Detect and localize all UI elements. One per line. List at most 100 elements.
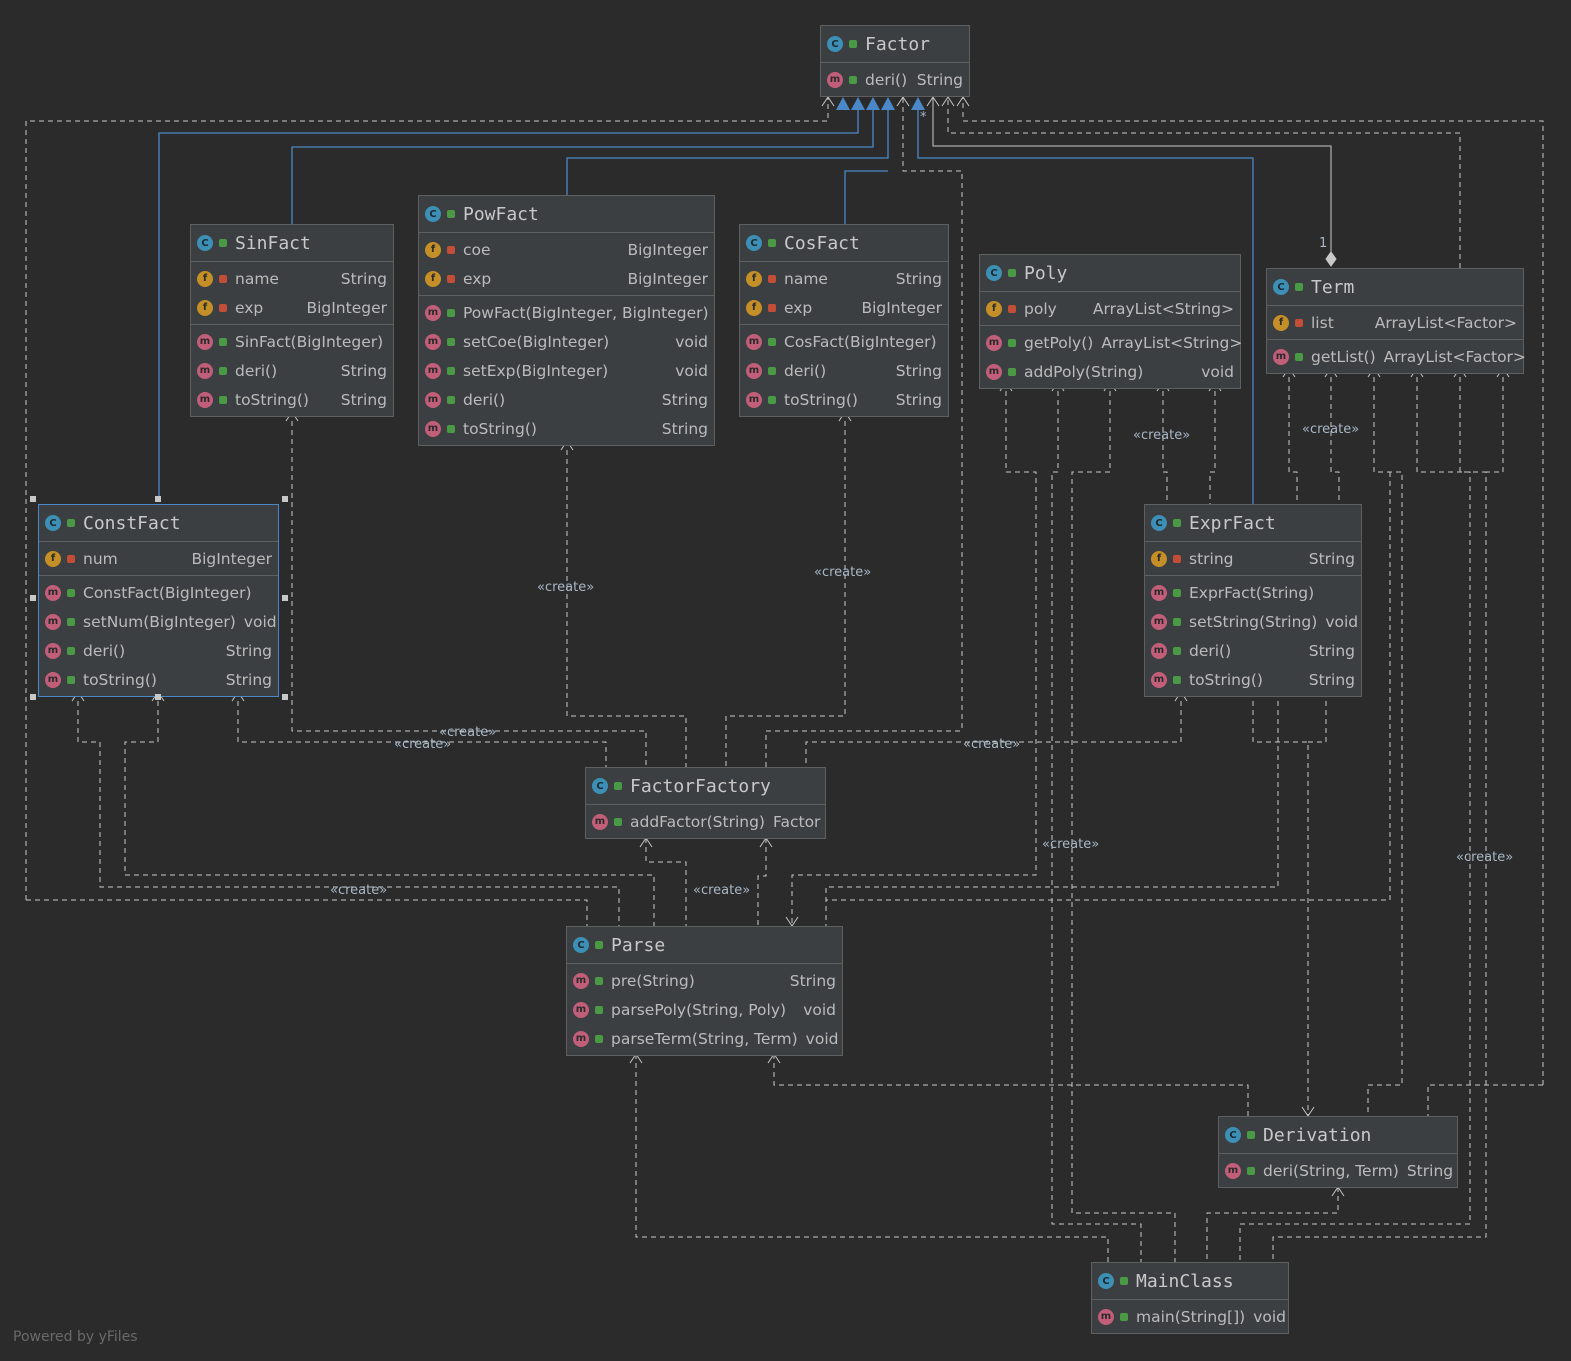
method-icon: m [1151, 642, 1167, 659]
class-sinfact[interactable]: C SinFact f name String f exp BigInteger m Sin… [190, 224, 394, 417]
private-icon [447, 245, 455, 254]
public-icon [67, 588, 75, 597]
return-type: String [661, 419, 708, 438]
method-row[interactable]: m getPoly() ArrayList<String> [980, 328, 1243, 357]
powered-by-footer: Powered by yFiles [13, 1329, 138, 1345]
field-row[interactable]: f poly ArrayList<String> [980, 294, 1240, 323]
method-row[interactable]: m deri() String [191, 356, 393, 385]
resize-handle[interactable] [282, 694, 288, 700]
class-name: FactorFactory [630, 775, 771, 797]
field-row[interactable]: f exp BigInteger [419, 264, 714, 293]
method-row[interactable]: m addFactor(String) Factor [586, 807, 825, 836]
method-name: deri() [1189, 641, 1232, 660]
method-row[interactable]: m ConstFact(BigInteger) [39, 578, 278, 607]
resize-handle[interactable] [282, 496, 288, 502]
method-row[interactable]: m ExprFact(String) [1145, 578, 1361, 607]
method-row[interactable]: m deri() String [419, 385, 714, 414]
static-method-icon: m [1098, 1308, 1114, 1325]
method-row[interactable]: m deri() String [740, 356, 948, 385]
method-name: getPoly() [1024, 333, 1094, 352]
aggregation-edge [932, 97, 1337, 267]
resize-handle[interactable] [155, 694, 161, 700]
field-row[interactable]: f name String [191, 264, 393, 293]
class-mainclass[interactable]: C MainClass m main(String[]) void [1091, 1262, 1289, 1334]
method-row[interactable]: m main(String[]) void [1092, 1302, 1288, 1331]
field-row[interactable]: f name String [740, 264, 948, 293]
class-powfact[interactable]: C PowFact f coe BigInteger f exp BigInteger m… [418, 195, 715, 446]
method-row[interactable]: m setNum(BigInteger) void [39, 607, 278, 636]
method-icon: m [1151, 613, 1167, 630]
class-icon: C [425, 206, 441, 222]
return-type: void [675, 361, 708, 380]
field-row[interactable]: f exp BigInteger [191, 293, 393, 322]
class-poly[interactable]: C Poly f poly ArrayList<String> m getPoly() A… [979, 254, 1243, 389]
class-name: CosFact [784, 232, 860, 254]
field-name: string [1189, 549, 1234, 568]
field-icon: f [45, 550, 61, 567]
method-row[interactable]: m PowFact(BigInteger, BigInteger) [419, 298, 714, 327]
method-name: PowFact(BigInteger, BigInteger) [463, 303, 709, 322]
class-cosfact[interactable]: C CosFact f name String f exp BigInteger m Cos… [739, 224, 949, 417]
class-derivation[interactable]: C Derivation m deri(String, Term) String [1218, 1116, 1458, 1188]
return-type: void [803, 1000, 836, 1019]
method-row[interactable]: m deri(String, Term) String [1219, 1156, 1457, 1185]
edge-label-create: «create» [814, 565, 872, 580]
class-header: C Derivation [1219, 1117, 1457, 1153]
private-icon [1008, 304, 1016, 313]
class-icon: C [573, 937, 589, 953]
field-name: exp [235, 298, 264, 317]
method-icon: m [592, 813, 608, 830]
field-row[interactable]: f num BigInteger [39, 544, 278, 573]
method-icon: m [425, 362, 441, 379]
field-row[interactable]: f list ArrayList<Factor> [1267, 308, 1523, 337]
method-icon: m [425, 420, 441, 437]
resize-handle[interactable] [282, 595, 288, 601]
method-row[interactable]: m deri() String [1145, 636, 1361, 665]
static-method-icon: m [573, 1030, 589, 1047]
class-constfact[interactable]: C ConstFact f num BigInteger m ConstFact(Big… [38, 504, 279, 697]
public-icon [219, 337, 227, 346]
return-type: ArrayList<String> [1101, 333, 1243, 352]
method-row[interactable]: m setString(String) void [1145, 607, 1361, 636]
field-name: num [83, 549, 118, 568]
class-parse[interactable]: C Parse m pre(String) String m parsePoly(Str… [566, 926, 843, 1056]
class-factorfactory[interactable]: C FactorFactory m addFactor(String) Factor [585, 767, 826, 839]
class-name: Parse [611, 934, 666, 956]
field-row[interactable]: f coe BigInteger [419, 235, 714, 264]
return-type: void [1253, 1307, 1286, 1326]
class-exprfact[interactable]: C ExprFact f string String m ExprFact(String… [1144, 504, 1362, 697]
edge-label-create: «create» [330, 883, 388, 898]
method-row[interactable]: m addPoly(String) void [980, 357, 1240, 386]
method-row[interactable]: m parsePoly(String, Poly) void [567, 995, 842, 1024]
method-row[interactable]: m toString() String [1145, 665, 1361, 694]
method-row[interactable]: m toString() String [191, 385, 393, 414]
method-row[interactable]: m CosFact(BigInteger) [740, 327, 948, 356]
public-icon [219, 395, 227, 404]
method-row[interactable]: m deri() String [821, 65, 969, 94]
method-icon: m [827, 71, 843, 88]
public-icon [67, 646, 75, 655]
resize-handle[interactable] [30, 694, 36, 700]
public-icon [768, 239, 776, 247]
public-icon [67, 617, 75, 626]
method-row[interactable]: m getList() ArrayList<Factor> [1267, 342, 1526, 371]
resize-handle[interactable] [155, 496, 161, 502]
method-row[interactable]: m setExp(BigInteger) void [419, 356, 714, 385]
method-row[interactable]: m toString() String [39, 665, 278, 694]
field-row[interactable]: f exp BigInteger [740, 293, 948, 322]
resize-handle[interactable] [30, 496, 36, 502]
method-row[interactable]: m pre(String) String [567, 966, 842, 995]
method-row[interactable]: m toString() String [419, 414, 714, 443]
method-row[interactable]: m setCoe(BigInteger) void [419, 327, 714, 356]
class-factor[interactable]: C Factor m deri() String [820, 25, 970, 97]
method-row[interactable]: m deri() String [39, 636, 278, 665]
method-row[interactable]: m parseTerm(String, Term) void [567, 1024, 842, 1053]
resize-handle[interactable] [30, 595, 36, 601]
class-term[interactable]: C Term f list ArrayList<Factor> m getList() A… [1266, 268, 1526, 374]
field-row[interactable]: f string String [1145, 544, 1361, 573]
method-name: toString() [83, 670, 157, 689]
method-row[interactable]: m SinFact(BigInteger) [191, 327, 393, 356]
method-row[interactable]: m toString() String [740, 385, 948, 414]
static-method-icon: m [573, 1001, 589, 1018]
method-name: ExprFact(String) [1189, 583, 1315, 602]
